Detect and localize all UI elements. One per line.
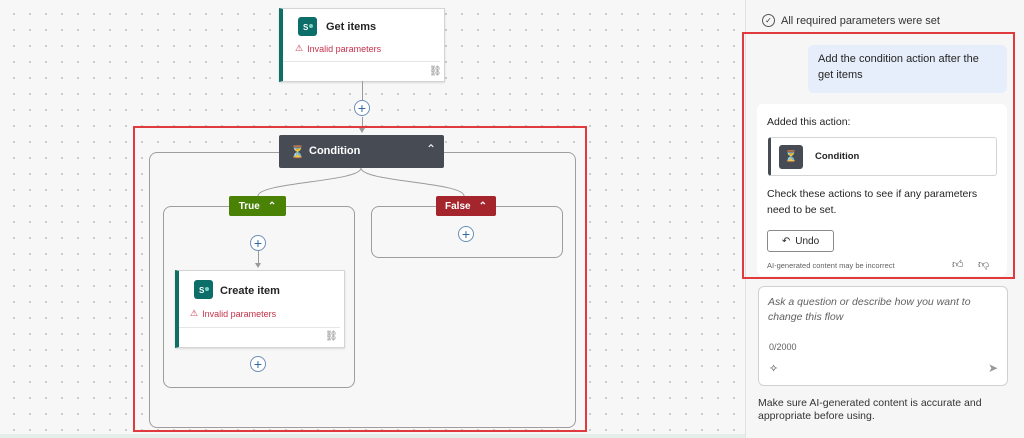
- status-row: ✓ All required parameters were set: [762, 14, 940, 27]
- copilot-highlight-box: [742, 32, 1015, 279]
- sparkle-icon[interactable]: ✧: [769, 362, 778, 375]
- char-counter: 0/2000: [769, 342, 797, 352]
- status-text: All required parameters were set: [781, 14, 940, 27]
- prompt-input[interactable]: Ask a question or describe how you want …: [768, 295, 990, 325]
- copilot-input-box[interactable]: Ask a question or describe how you want …: [758, 286, 1008, 386]
- send-icon[interactable]: ➤: [988, 361, 998, 375]
- checkmark-icon: ✓: [762, 14, 775, 27]
- condition-highlight-box: [133, 126, 587, 432]
- footer-note: Make sure AI-generated content is accura…: [758, 397, 982, 422]
